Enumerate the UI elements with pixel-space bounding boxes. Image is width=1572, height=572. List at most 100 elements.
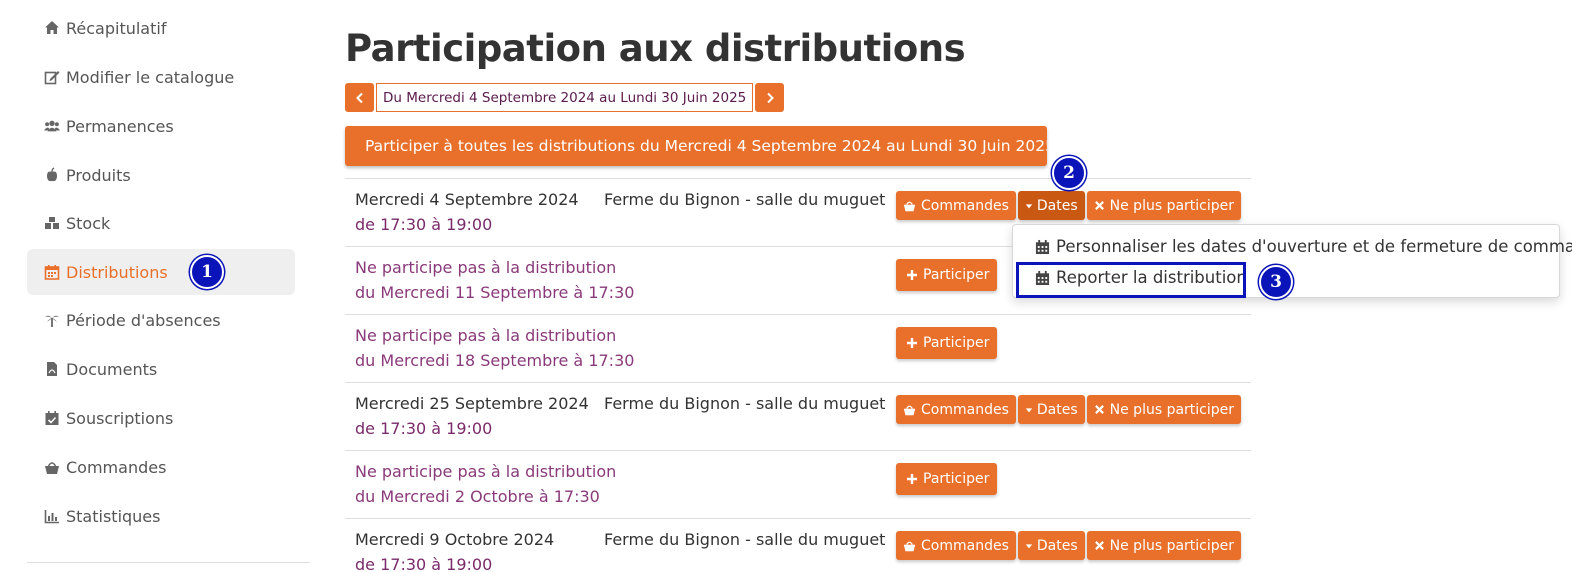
palm-tree-icon bbox=[43, 312, 61, 328]
sidebar-item-commandes[interactable]: Commandes bbox=[27, 444, 295, 490]
basket-icon bbox=[903, 541, 916, 552]
home-icon bbox=[43, 20, 61, 36]
sidebar-item-label: Souscriptions bbox=[66, 408, 174, 428]
ne-plus-participer-label: Ne plus participer bbox=[1109, 537, 1235, 554]
distribution-date: Mercredi 25 Septembre 2024 bbox=[355, 394, 589, 413]
sidebar-item-distributions[interactable]: Distributions bbox=[27, 249, 295, 295]
table-row: Mercredi 9 Octobre 2024 de 17:30 à 19:00… bbox=[345, 518, 1251, 572]
sidebar-item-stock[interactable]: Stock bbox=[27, 200, 295, 246]
ne-plus-participer-label: Ne plus participer bbox=[1109, 197, 1235, 214]
participate-all-label: Participer à toutes les distributions du… bbox=[365, 137, 1047, 155]
caret-down-icon bbox=[1025, 543, 1033, 548]
sidebar-item-label: Modifier le catalogue bbox=[66, 67, 235, 87]
next-period-button[interactable] bbox=[755, 83, 785, 112]
dates-label: Dates bbox=[1036, 401, 1078, 418]
dates-label: Dates bbox=[1036, 197, 1078, 214]
period-label: Du Mercredi 4 Septembre 2024 au Lundi 30… bbox=[376, 83, 754, 112]
apple-icon bbox=[43, 167, 61, 183]
sidebar-item-label: Période d'absences bbox=[66, 310, 221, 330]
sidebar-item-label: Distributions bbox=[66, 262, 168, 282]
close-icon bbox=[1094, 201, 1104, 210]
table-row: Ne participe pas à la distribution du Me… bbox=[345, 314, 1251, 382]
chevron-right-icon bbox=[767, 92, 774, 103]
commandes-button[interactable]: Commandes bbox=[896, 395, 1016, 424]
distribution-date: Mercredi 9 Octobre 2024 bbox=[355, 530, 555, 549]
sidebar-divider bbox=[27, 562, 310, 563]
close-icon bbox=[1094, 541, 1104, 550]
sidebar-item-recapitulatif[interactable]: Récapitulatif bbox=[27, 5, 295, 51]
sidebar-item-label: Commandes bbox=[66, 457, 167, 477]
distribution-place: Ferme du Bignon - salle du muguet bbox=[604, 530, 886, 549]
plus-icon bbox=[907, 270, 917, 280]
sidebar-item-periode-absences[interactable]: Période d'absences bbox=[27, 297, 295, 343]
edit-icon bbox=[43, 69, 61, 85]
distribution-time: de 17:30 à 19:00 bbox=[355, 419, 493, 438]
callout-badge-3: 3 bbox=[1259, 265, 1293, 299]
period-selector: Du Mercredi 4 Septembre 2024 au Lundi 30… bbox=[345, 83, 785, 112]
previous-period-button[interactable] bbox=[345, 83, 374, 112]
plus-icon bbox=[907, 474, 917, 484]
basket-icon bbox=[43, 459, 61, 475]
sidebar-item-label: Documents bbox=[66, 359, 158, 379]
commandes-button[interactable]: Commandes bbox=[896, 191, 1016, 220]
participate-all-button[interactable]: Participer à toutes les distributions du… bbox=[345, 126, 1047, 166]
participer-label: Participer bbox=[923, 267, 990, 283]
sidebar-item-produits[interactable]: Produits bbox=[27, 152, 295, 198]
menu-item-personnaliser-dates[interactable]: Personnaliser les dates d'ouverture et d… bbox=[1035, 237, 1572, 256]
not-participating-date: du Mercredi 11 Septembre à 17:30 bbox=[355, 283, 635, 302]
sidebar-item-label: Stock bbox=[66, 213, 111, 233]
close-icon bbox=[1094, 405, 1104, 414]
callout-badge-1: 1 bbox=[190, 255, 224, 289]
sidebar-item-documents[interactable]: Documents bbox=[27, 346, 295, 392]
not-participating-date: du Mercredi 18 Septembre à 17:30 bbox=[355, 351, 635, 370]
sidebar-item-statistiques[interactable]: Statistiques bbox=[27, 493, 295, 539]
participer-label: Participer bbox=[923, 471, 990, 487]
participer-button[interactable]: Participer bbox=[896, 259, 998, 291]
ne-plus-participer-label: Ne plus participer bbox=[1109, 401, 1235, 418]
caret-down-icon bbox=[1025, 203, 1033, 208]
page-title: Participation aux distributions bbox=[345, 27, 966, 70]
chevron-left-icon bbox=[355, 92, 363, 103]
sidebar: Récapitulatif Modifier le catalogue Perm… bbox=[0, 0, 310, 572]
commandes-label: Commandes bbox=[921, 401, 1009, 418]
sidebar-item-label: Récapitulatif bbox=[66, 18, 167, 38]
commandes-label: Commandes bbox=[921, 537, 1009, 554]
sidebar-item-label: Statistiques bbox=[66, 506, 161, 526]
boxes-icon bbox=[43, 215, 61, 231]
dates-label: Dates bbox=[1036, 537, 1078, 554]
table-row: Ne participe pas à la distribution du Me… bbox=[345, 450, 1251, 518]
file-pdf-icon bbox=[43, 361, 61, 377]
bar-chart-icon bbox=[43, 508, 61, 524]
dates-dropdown-button[interactable]: Dates bbox=[1017, 191, 1085, 220]
annotation-highlight-box bbox=[1016, 262, 1246, 298]
not-participating-text: Ne participe pas à la distribution bbox=[355, 258, 617, 277]
table-row: Mercredi 25 Septembre 2024 de 17:30 à 19… bbox=[345, 382, 1251, 450]
sidebar-item-label: Permanences bbox=[66, 116, 174, 136]
calendar-icon bbox=[43, 264, 61, 280]
distribution-time: de 17:30 à 19:00 bbox=[355, 215, 493, 234]
distribution-place: Ferme du Bignon - salle du muguet bbox=[604, 190, 886, 209]
ne-plus-participer-button[interactable]: Ne plus participer bbox=[1086, 395, 1242, 424]
row-actions: Commandes Dates Ne plus participer bbox=[896, 191, 1243, 220]
not-participating-text: Ne participe pas à la distribution bbox=[355, 462, 617, 481]
participer-button[interactable]: Participer bbox=[896, 327, 998, 359]
calendar-icon bbox=[1035, 239, 1050, 254]
users-icon bbox=[43, 118, 61, 134]
sidebar-item-permanences[interactable]: Permanences bbox=[27, 103, 295, 149]
participer-label: Participer bbox=[923, 335, 990, 351]
sidebar-item-label: Produits bbox=[66, 165, 131, 185]
plus-icon bbox=[907, 338, 917, 348]
row-actions: Commandes Dates Ne plus participer bbox=[896, 531, 1243, 560]
ne-plus-participer-button[interactable]: Ne plus participer bbox=[1086, 531, 1242, 560]
sidebar-item-modifier-catalogue[interactable]: Modifier le catalogue bbox=[27, 54, 295, 100]
sidebar-item-souscriptions[interactable]: Souscriptions bbox=[27, 395, 295, 441]
participer-button[interactable]: Participer bbox=[896, 463, 998, 495]
dates-dropdown-button[interactable]: Dates bbox=[1017, 395, 1085, 424]
basket-icon bbox=[903, 201, 916, 212]
dates-dropdown-button[interactable]: Dates bbox=[1017, 531, 1085, 560]
ne-plus-participer-button[interactable]: Ne plus participer bbox=[1086, 191, 1242, 220]
callout-badge-2: 2 bbox=[1052, 156, 1086, 190]
commandes-label: Commandes bbox=[921, 197, 1009, 214]
calendar-check-icon bbox=[43, 410, 61, 426]
commandes-button[interactable]: Commandes bbox=[896, 531, 1016, 560]
